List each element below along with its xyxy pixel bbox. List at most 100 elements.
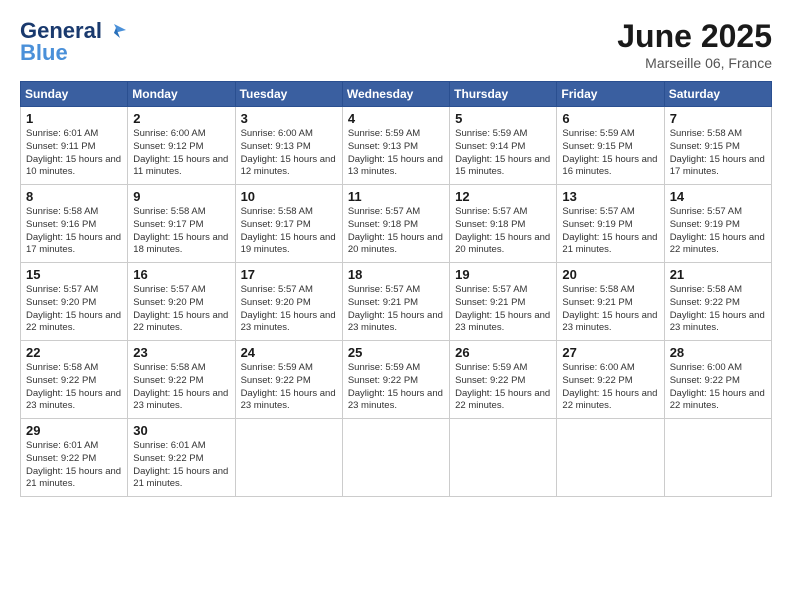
calendar-header-row: Sunday Monday Tuesday Wednesday Thursday… — [21, 82, 772, 107]
calendar-cell: 25 Sunrise: 5:59 AM Sunset: 9:22 PM Dayl… — [342, 341, 449, 419]
day-info: Sunrise: 5:57 AM Sunset: 9:20 PM Dayligh… — [133, 284, 229, 335]
calendar: Sunday Monday Tuesday Wednesday Thursday… — [20, 81, 772, 497]
day-info: Sunrise: 5:58 AM Sunset: 9:22 PM Dayligh… — [670, 284, 766, 335]
calendar-cell: 2 Sunrise: 6:00 AM Sunset: 9:12 PM Dayli… — [128, 107, 235, 185]
calendar-cell: 23 Sunrise: 5:58 AM Sunset: 9:22 PM Dayl… — [128, 341, 235, 419]
col-wednesday: Wednesday — [342, 82, 449, 107]
day-info: Sunrise: 5:58 AM Sunset: 9:17 PM Dayligh… — [133, 206, 229, 257]
day-number: 23 — [133, 345, 229, 360]
calendar-cell — [664, 419, 771, 497]
calendar-cell: 4 Sunrise: 5:59 AM Sunset: 9:13 PM Dayli… — [342, 107, 449, 185]
calendar-cell — [342, 419, 449, 497]
day-number: 20 — [562, 267, 658, 282]
day-info: Sunrise: 5:58 AM Sunset: 9:22 PM Dayligh… — [133, 362, 229, 413]
day-info: Sunrise: 5:57 AM Sunset: 9:21 PM Dayligh… — [455, 284, 551, 335]
calendar-cell: 9 Sunrise: 5:58 AM Sunset: 9:17 PM Dayli… — [128, 185, 235, 263]
day-info: Sunrise: 5:59 AM Sunset: 9:22 PM Dayligh… — [455, 362, 551, 413]
calendar-cell: 30 Sunrise: 6:01 AM Sunset: 9:22 PM Dayl… — [128, 419, 235, 497]
calendar-cell: 26 Sunrise: 5:59 AM Sunset: 9:22 PM Dayl… — [450, 341, 557, 419]
day-number: 15 — [26, 267, 122, 282]
day-number: 16 — [133, 267, 229, 282]
logo-text-blue: Blue — [20, 40, 68, 66]
calendar-cell: 19 Sunrise: 5:57 AM Sunset: 9:21 PM Dayl… — [450, 263, 557, 341]
calendar-cell: 14 Sunrise: 5:57 AM Sunset: 9:19 PM Dayl… — [664, 185, 771, 263]
calendar-cell: 6 Sunrise: 5:59 AM Sunset: 9:15 PM Dayli… — [557, 107, 664, 185]
week-row-5: 29 Sunrise: 6:01 AM Sunset: 9:22 PM Dayl… — [21, 419, 772, 497]
day-number: 3 — [241, 111, 337, 126]
day-info: Sunrise: 6:00 AM Sunset: 9:22 PM Dayligh… — [562, 362, 658, 413]
day-info: Sunrise: 6:01 AM Sunset: 9:11 PM Dayligh… — [26, 128, 122, 179]
calendar-cell: 24 Sunrise: 5:59 AM Sunset: 9:22 PM Dayl… — [235, 341, 342, 419]
day-number: 21 — [670, 267, 766, 282]
calendar-cell: 10 Sunrise: 5:58 AM Sunset: 9:17 PM Dayl… — [235, 185, 342, 263]
calendar-cell: 28 Sunrise: 6:00 AM Sunset: 9:22 PM Dayl… — [664, 341, 771, 419]
calendar-cell — [450, 419, 557, 497]
col-sunday: Sunday — [21, 82, 128, 107]
calendar-cell: 15 Sunrise: 5:57 AM Sunset: 9:20 PM Dayl… — [21, 263, 128, 341]
day-number: 22 — [26, 345, 122, 360]
day-info: Sunrise: 5:57 AM Sunset: 9:18 PM Dayligh… — [348, 206, 444, 257]
day-info: Sunrise: 5:57 AM Sunset: 9:20 PM Dayligh… — [26, 284, 122, 335]
day-info: Sunrise: 5:57 AM Sunset: 9:21 PM Dayligh… — [348, 284, 444, 335]
calendar-cell: 21 Sunrise: 5:58 AM Sunset: 9:22 PM Dayl… — [664, 263, 771, 341]
day-number: 27 — [562, 345, 658, 360]
calendar-cell: 22 Sunrise: 5:58 AM Sunset: 9:22 PM Dayl… — [21, 341, 128, 419]
day-info: Sunrise: 5:58 AM Sunset: 9:17 PM Dayligh… — [241, 206, 337, 257]
header: General Blue June 2025 Marseille 06, Fra… — [20, 18, 772, 71]
calendar-cell — [235, 419, 342, 497]
week-row-4: 22 Sunrise: 5:58 AM Sunset: 9:22 PM Dayl… — [21, 341, 772, 419]
day-info: Sunrise: 5:59 AM Sunset: 9:13 PM Dayligh… — [348, 128, 444, 179]
day-number: 26 — [455, 345, 551, 360]
day-number: 8 — [26, 189, 122, 204]
day-info: Sunrise: 5:58 AM Sunset: 9:22 PM Dayligh… — [26, 362, 122, 413]
day-number: 25 — [348, 345, 444, 360]
title-block: June 2025 Marseille 06, France — [617, 18, 772, 71]
day-info: Sunrise: 6:00 AM Sunset: 9:13 PM Dayligh… — [241, 128, 337, 179]
week-row-2: 8 Sunrise: 5:58 AM Sunset: 9:16 PM Dayli… — [21, 185, 772, 263]
calendar-cell: 5 Sunrise: 5:59 AM Sunset: 9:14 PM Dayli… — [450, 107, 557, 185]
day-number: 17 — [241, 267, 337, 282]
day-info: Sunrise: 5:57 AM Sunset: 9:20 PM Dayligh… — [241, 284, 337, 335]
day-number: 7 — [670, 111, 766, 126]
calendar-cell: 1 Sunrise: 6:01 AM Sunset: 9:11 PM Dayli… — [21, 107, 128, 185]
day-number: 2 — [133, 111, 229, 126]
calendar-cell: 11 Sunrise: 5:57 AM Sunset: 9:18 PM Dayl… — [342, 185, 449, 263]
day-number: 9 — [133, 189, 229, 204]
calendar-cell: 17 Sunrise: 5:57 AM Sunset: 9:20 PM Dayl… — [235, 263, 342, 341]
day-info: Sunrise: 5:57 AM Sunset: 9:18 PM Dayligh… — [455, 206, 551, 257]
calendar-cell — [557, 419, 664, 497]
day-number: 4 — [348, 111, 444, 126]
day-info: Sunrise: 5:59 AM Sunset: 9:14 PM Dayligh… — [455, 128, 551, 179]
day-info: Sunrise: 6:01 AM Sunset: 9:22 PM Dayligh… — [133, 440, 229, 491]
day-info: Sunrise: 6:00 AM Sunset: 9:12 PM Dayligh… — [133, 128, 229, 179]
day-number: 5 — [455, 111, 551, 126]
col-thursday: Thursday — [450, 82, 557, 107]
month-title: June 2025 — [617, 18, 772, 55]
day-info: Sunrise: 5:57 AM Sunset: 9:19 PM Dayligh… — [562, 206, 658, 257]
day-number: 28 — [670, 345, 766, 360]
page: General Blue June 2025 Marseille 06, Fra… — [0, 0, 792, 612]
day-number: 18 — [348, 267, 444, 282]
calendar-cell: 3 Sunrise: 6:00 AM Sunset: 9:13 PM Dayli… — [235, 107, 342, 185]
day-info: Sunrise: 6:00 AM Sunset: 9:22 PM Dayligh… — [670, 362, 766, 413]
logo: General Blue — [20, 18, 128, 66]
day-info: Sunrise: 6:01 AM Sunset: 9:22 PM Dayligh… — [26, 440, 122, 491]
day-info: Sunrise: 5:58 AM Sunset: 9:16 PM Dayligh… — [26, 206, 122, 257]
day-number: 29 — [26, 423, 122, 438]
calendar-cell: 29 Sunrise: 6:01 AM Sunset: 9:22 PM Dayl… — [21, 419, 128, 497]
day-number: 14 — [670, 189, 766, 204]
day-number: 13 — [562, 189, 658, 204]
day-number: 30 — [133, 423, 229, 438]
calendar-cell: 18 Sunrise: 5:57 AM Sunset: 9:21 PM Dayl… — [342, 263, 449, 341]
col-saturday: Saturday — [664, 82, 771, 107]
day-number: 24 — [241, 345, 337, 360]
col-monday: Monday — [128, 82, 235, 107]
day-info: Sunrise: 5:57 AM Sunset: 9:19 PM Dayligh… — [670, 206, 766, 257]
calendar-cell: 20 Sunrise: 5:58 AM Sunset: 9:21 PM Dayl… — [557, 263, 664, 341]
day-number: 12 — [455, 189, 551, 204]
day-info: Sunrise: 5:59 AM Sunset: 9:15 PM Dayligh… — [562, 128, 658, 179]
calendar-cell: 12 Sunrise: 5:57 AM Sunset: 9:18 PM Dayl… — [450, 185, 557, 263]
col-tuesday: Tuesday — [235, 82, 342, 107]
calendar-cell: 8 Sunrise: 5:58 AM Sunset: 9:16 PM Dayli… — [21, 185, 128, 263]
logo-bird-icon — [106, 20, 128, 42]
